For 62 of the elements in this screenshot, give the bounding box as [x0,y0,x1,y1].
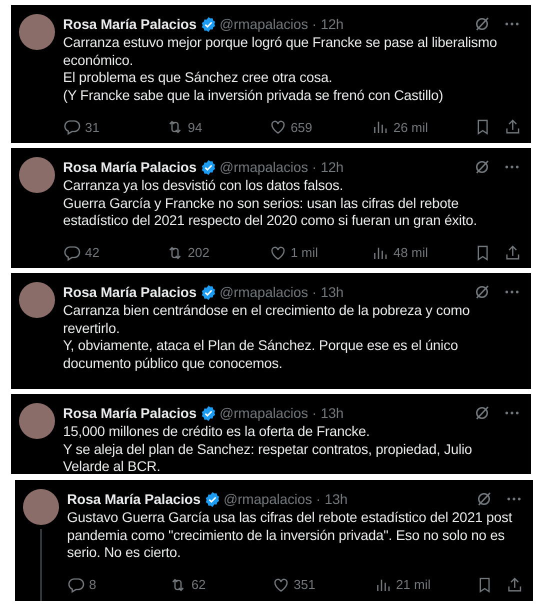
author-name[interactable]: Rosa María Palacios [63,284,196,300]
repost-count: 62 [191,577,206,592]
post-text: Carranza estuvo mejor porque logró que Francke se pase al liberalismo económico. [63,34,498,69]
avatar[interactable] [19,282,55,318]
heart-icon[interactable] [268,244,287,262]
post-text: 15,000 millones de crédito es la oferta de Francke. [63,423,371,440]
like-count: 351 [294,577,316,592]
repost-count: 202 [188,245,210,260]
reply-count: 31 [85,120,100,134]
separator-dot: · [312,159,317,175]
post-time[interactable]: 12h [320,16,344,32]
post-text: Y se aleja del plan de Sanchez: respetar contratos, propiedad, Julio Velarde al BCR. [63,440,474,476]
reply-count: 42 [85,245,100,260]
separator-dot: · [316,491,321,507]
slashed-circle-icon[interactable] [473,404,491,422]
author-handle[interactable]: @rmapalacios [220,284,308,300]
post-text: Guerra García y Francke no son serios: usan las cifras del rebote estadístico del 2021 respecto del 2020 como si fueran un gran éxito. [63,194,478,230]
view-count: 48 mil [393,245,428,260]
author-name[interactable]: Rosa María Palacios [63,16,196,32]
author-name[interactable]: Rosa María Palacios [63,159,196,175]
share-icon[interactable] [504,244,522,262]
slashed-circle-icon[interactable] [475,490,493,508]
author-name[interactable]: Rosa María Palacios [67,491,200,507]
reply-icon[interactable] [67,576,85,594]
avatar[interactable] [19,403,55,439]
post-time[interactable]: 13h [324,491,348,507]
avatar[interactable] [19,14,55,50]
heart-icon[interactable] [268,118,287,136]
reply-icon[interactable] [63,244,81,262]
repost-count: 94 [188,120,202,134]
reply-icon[interactable] [63,118,81,136]
thread-line [40,529,42,601]
post-text: Gustavo Guerra García usa las cifras del rebote estadístico del 2021 post pandemia como "crecimiento de la inversión privada". Eso no solo no es serio. No es cierto. [67,509,514,562]
share-icon[interactable] [506,576,523,594]
separator-dot: · [312,284,317,300]
avatar[interactable] [19,157,55,193]
post-text: Y, obviamente, ataca el Plan de Sánchez. Porque ese es el único documento público que conocemos. [63,337,460,372]
post-time[interactable]: 13h [320,284,344,300]
slashed-circle-icon[interactable] [473,158,491,176]
post-time[interactable]: 13h [320,405,344,421]
post-text: Carranza ya los desvistió con los datos falsos. [63,177,344,194]
post-time[interactable]: 12h [320,159,344,175]
heart-icon[interactable] [272,576,290,594]
slashed-circle-icon[interactable] [473,15,491,33]
author-handle[interactable]: @rmapalacios [224,491,312,507]
share-icon[interactable] [504,118,522,136]
post-text: (Y Francke sabe que la inversión privada se frenó con Castillo) [63,86,444,104]
view-count: 26 mil [393,120,428,134]
author-handle[interactable]: @rmapalacios [220,159,308,175]
reply-count: 8 [89,577,96,592]
post-text: El problema es que Sánchez cree otra cosa. [63,69,334,86]
author-handle[interactable]: @rmapalacios [220,16,308,32]
view-count: 21 mil [396,577,431,592]
like-count: 659 [290,120,312,134]
like-count: 1 mil [290,245,318,260]
author-name[interactable]: Rosa María Palacios [63,405,196,421]
post-text: Carranza bien centrándose en el crecimiento de la pobreza y como revertirlo. [63,302,471,337]
slashed-circle-icon[interactable] [473,283,491,301]
separator-dot: · [312,16,317,32]
separator-dot: · [312,405,317,421]
avatar[interactable] [23,489,59,525]
author-handle[interactable]: @rmapalacios [220,405,308,421]
